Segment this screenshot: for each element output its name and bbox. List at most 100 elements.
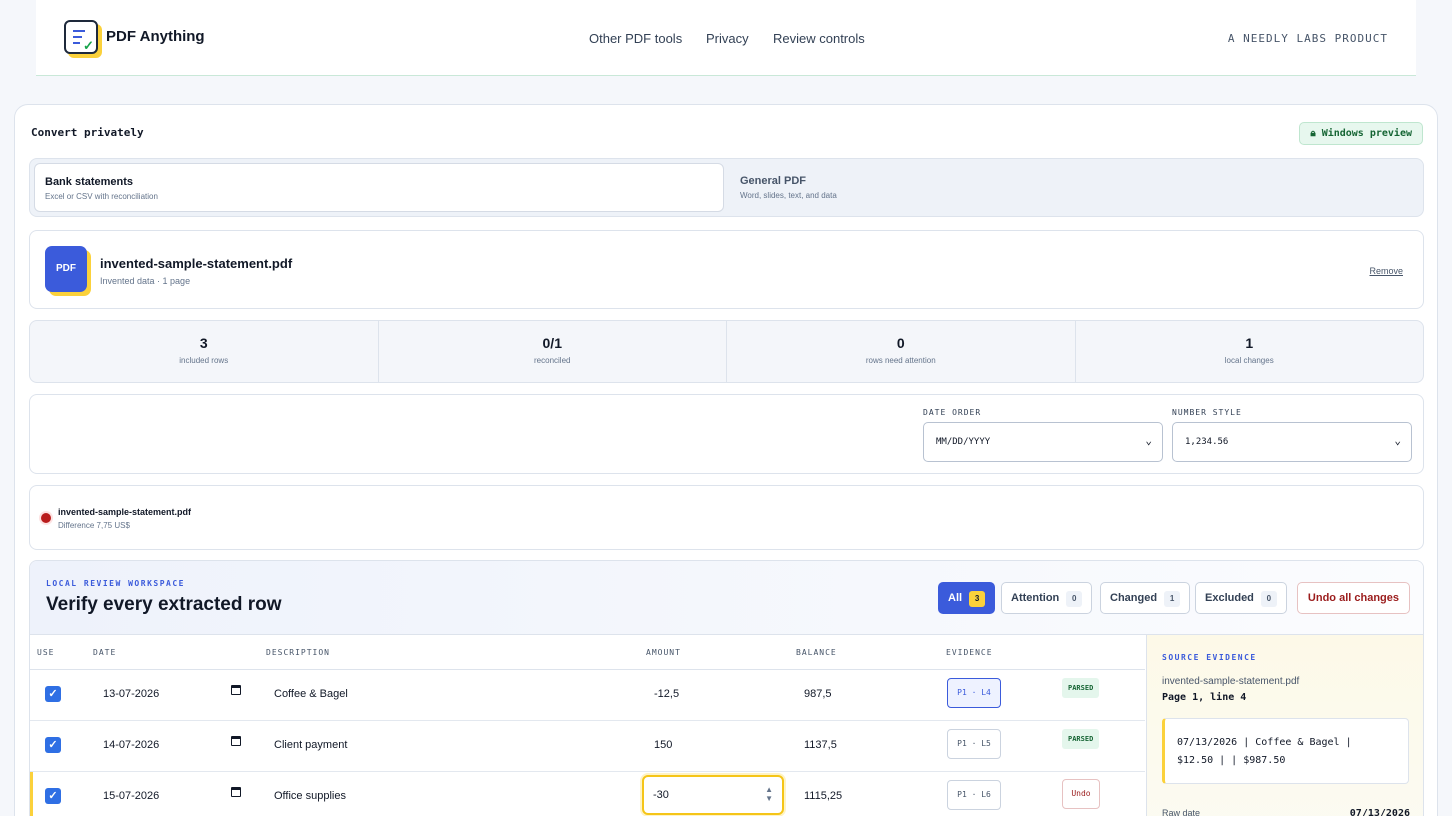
status-dot-icon [41, 513, 51, 523]
filter-label: All [948, 592, 963, 604]
calendar-icon[interactable] [231, 787, 241, 797]
description-cell[interactable]: Office supplies [274, 790, 346, 802]
filter-label: Excluded [1205, 592, 1254, 604]
mode-general-pdf[interactable]: General PDF Word, slides, text, and data [730, 163, 1420, 212]
column-header-amount: AMOUNT [646, 648, 681, 657]
status-badge: PARSED [1062, 678, 1100, 698]
table-row[interactable]: ✓ 13-07-2026 Coffee & Bagel -12,5 987,5 … [30, 670, 1145, 721]
date-order-select[interactable]: MM/DD/YYYY ⌄ [923, 422, 1163, 462]
column-header-description: DESCRIPTION [266, 648, 330, 657]
chevron-down-icon: ⌄ [1394, 434, 1401, 447]
mode-switcher: Bank statements Excel or CSV with reconc… [29, 158, 1424, 217]
amount-value: -30 [653, 789, 669, 801]
undo-all-changes-button[interactable]: Undo all changes [1296, 582, 1410, 614]
column-header-date: DATE [93, 648, 117, 657]
balance-cell[interactable]: 987,5 [804, 688, 832, 700]
review-workspace: LOCAL REVIEW WORKSPACE Verify every extr… [29, 560, 1424, 816]
remove-file-link[interactable]: Remove [1369, 266, 1403, 276]
pdf-anything-logo-icon[interactable]: ✓ [64, 20, 102, 58]
date-input[interactable]: 13-07-2026 [103, 688, 159, 700]
filter-all[interactable]: All 3 [938, 582, 996, 614]
calendar-icon[interactable] [231, 685, 241, 695]
date-order-label: DATE ORDER [923, 408, 982, 417]
calendar-icon[interactable] [231, 736, 241, 746]
stat-value: 0/1 [542, 335, 562, 351]
source-snippet: 07/13/2026 | Coffee & Bagel | $12.50 | |… [1162, 718, 1409, 784]
undo-row-button[interactable]: Undo [1062, 779, 1100, 809]
mode-title: General PDF [740, 175, 807, 187]
filter-count: 1 [1164, 591, 1181, 607]
stat-included-rows: 3 included rows [30, 321, 379, 382]
filter-count: 0 [1260, 591, 1277, 607]
pdf-file-icon: PDF [45, 246, 91, 296]
stat-label: reconciled [534, 356, 571, 365]
nav-other-pdf-tools[interactable]: Other PDF tools [589, 31, 682, 46]
raw-date-label: Raw date [1162, 808, 1201, 816]
filter-count: 0 [1066, 591, 1083, 607]
evidence-button[interactable]: P1 · L6 [947, 780, 1001, 810]
description-cell[interactable]: Coffee & Bagel [274, 688, 348, 700]
stat-rows-need-attention: 0 rows need attention [727, 321, 1076, 382]
source-evidence-kicker: SOURCE EVIDENCE [1162, 653, 1257, 662]
table-row[interactable]: ✓ 14-07-2026 Client payment 150 1137,5 P… [30, 721, 1145, 772]
mode-bank-statements[interactable]: Bank statements Excel or CSV with reconc… [34, 163, 724, 212]
file-name: invented-sample-statement.pdf [100, 256, 293, 271]
amount-cell[interactable]: -12,5 [654, 688, 679, 700]
mode-subtitle: Excel or CSV with reconciliation [45, 192, 158, 201]
stat-label: included rows [179, 356, 229, 365]
filter-label: Changed [1110, 592, 1158, 604]
filter-attention[interactable]: Attention 0 [1001, 582, 1093, 614]
tagline: A NEEDLY LABS PRODUCT [1227, 32, 1388, 45]
workspace-title: Verify every extracted row [46, 594, 282, 615]
workspace-header: LOCAL REVIEW WORKSPACE Verify every extr… [30, 561, 1423, 635]
raw-date-value: 07/13/2026 [1349, 808, 1410, 816]
stat-value: 3 [199, 335, 208, 351]
status-badge: PARSED [1062, 729, 1100, 749]
file-meta: Invented data · 1 page [100, 276, 191, 286]
spinner-icon[interactable]: ▲ ▼ [765, 785, 773, 803]
converter-card: Convert privately 🔒︎ Windows preview Ban… [14, 104, 1438, 816]
balance-cell[interactable]: 1115,25 [804, 790, 842, 802]
filter-changed[interactable]: Changed 1 [1100, 582, 1191, 614]
date-input[interactable]: 15-07-2026 [103, 790, 159, 802]
nav-privacy[interactable]: Privacy [706, 31, 749, 46]
date-input[interactable]: 14-07-2026 [103, 739, 159, 751]
brand-name[interactable]: PDF Anything [106, 28, 205, 45]
mode-title: Bank statements [45, 176, 134, 188]
source-file-name: invented-sample-statement.pdf [1162, 676, 1300, 687]
stat-local-changes: 1 local changes [1076, 321, 1424, 382]
use-checkbox[interactable]: ✓ [45, 686, 61, 702]
balance-cell[interactable]: 1137,5 [804, 739, 837, 751]
number-style-select[interactable]: 1,234.56 ⌄ [1172, 422, 1412, 462]
nav-review-controls[interactable]: Review controls [773, 31, 865, 46]
number-style-value: 1,234.56 [1185, 437, 1229, 447]
reconciliation-file: invented-sample-statement.pdf [58, 507, 192, 517]
top-header: ✓ PDF Anything Other PDF tools Privacy R… [36, 0, 1416, 76]
chevron-down-icon: ⌄ [1145, 434, 1152, 447]
use-checkbox[interactable]: ✓ [45, 737, 61, 753]
evidence-button[interactable]: P1 · L5 [947, 729, 1001, 759]
format-options: DATE ORDER MM/DD/YYYY ⌄ NUMBER STYLE 1,2… [29, 394, 1424, 474]
evidence-button[interactable]: P1 · L4 [947, 678, 1001, 708]
stat-reconciled: 0/1 reconciled [379, 321, 727, 382]
source-location: Page 1, line 4 [1162, 692, 1247, 703]
column-header-use: USE [37, 648, 55, 657]
snippet-line: 07/13/2026 | Coffee & Bagel | [1177, 737, 1352, 748]
table-row-changed[interactable]: ✓ 15-07-2026 Office supplies -30 ▲ ▼ 1115… [30, 772, 1145, 816]
stat-value: 0 [896, 335, 905, 351]
stat-label: local changes [1224, 356, 1274, 365]
reconciliation-difference: Difference 7,75 US$ [58, 521, 130, 530]
filter-count: 3 [969, 591, 986, 607]
amount-input[interactable]: -30 ▲ ▼ [642, 775, 784, 815]
windows-preview-label: Windows preview [1321, 128, 1412, 139]
description-cell[interactable]: Client payment [274, 739, 347, 751]
stat-value: 1 [1245, 335, 1254, 351]
windows-preview-badge: 🔒︎ Windows preview [1299, 122, 1423, 145]
stat-label: rows need attention [865, 356, 936, 365]
date-order-value: MM/DD/YYYY [936, 437, 991, 447]
use-checkbox[interactable]: ✓ [45, 788, 61, 804]
source-evidence-panel: SOURCE EVIDENCE invented-sample-statemen… [1146, 635, 1423, 816]
amount-cell[interactable]: 150 [654, 739, 672, 751]
column-header-evidence: EVIDENCE [946, 648, 993, 657]
filter-excluded[interactable]: Excluded 0 [1195, 582, 1287, 614]
